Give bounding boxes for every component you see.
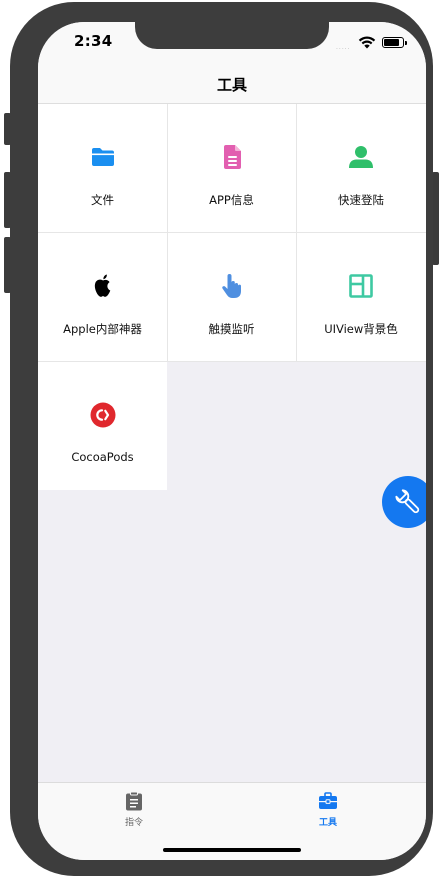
folder-icon: [91, 148, 114, 166]
tool-label: 文件: [91, 193, 114, 207]
tab-tools[interactable]: 工具: [288, 791, 368, 828]
document-icon: [223, 145, 241, 169]
battery-icon: [382, 37, 407, 48]
tool-label: UIView背景色: [324, 322, 398, 336]
layout-panel-icon: [349, 274, 373, 298]
grid-divider: [38, 232, 426, 233]
grid-divider: [296, 104, 297, 362]
tool-item-cocoapods[interactable]: CocoaPods: [38, 362, 167, 490]
tool-item-quick-login[interactable]: 快速登陆: [296, 104, 426, 232]
phone-frame: 2:34 ..... 工具 文件 APP信息 快速登陆 Apple内部神器 触摸…: [10, 2, 433, 876]
cocoapods-icon: [90, 402, 115, 428]
screen: 2:34 ..... 工具 文件 APP信息 快速登陆 Apple内部神器 触摸…: [38, 22, 426, 860]
tool-label: CocoaPods: [71, 450, 134, 464]
page-title: 工具: [216, 76, 247, 94]
wrench-icon: [395, 489, 420, 514]
status-time: 2:34: [74, 32, 113, 50]
tool-item-touch-monitor[interactable]: 触摸监听: [167, 233, 296, 361]
tool-label: 触摸监听: [208, 322, 255, 336]
home-indicator[interactable]: [163, 848, 301, 852]
apple-icon: [94, 274, 110, 297]
pointing-hand-icon: [221, 274, 241, 298]
tool-item-apple-internal[interactable]: Apple内部神器: [38, 233, 167, 361]
navigation-bar: 工具: [38, 62, 426, 104]
grid-divider: [38, 361, 426, 362]
wifi-icon: [358, 36, 376, 49]
notch: [135, 22, 329, 49]
tool-item-app-info[interactable]: APP信息: [167, 104, 296, 232]
tab-commands[interactable]: 指令: [94, 791, 174, 828]
toolbox-icon: [319, 792, 337, 809]
user-icon: [349, 146, 373, 168]
floating-tool-button[interactable]: [382, 476, 426, 528]
grid-divider: [167, 104, 168, 362]
tab-label: 指令: [124, 818, 143, 828]
tool-item-files[interactable]: 文件: [38, 104, 167, 232]
power-button: [432, 172, 439, 265]
tool-label: Apple内部神器: [63, 322, 142, 336]
clipboard-icon: [126, 791, 142, 811]
tool-label: 快速登陆: [338, 193, 384, 207]
tool-label: APP信息: [209, 193, 254, 207]
signal-icon: .....: [336, 44, 351, 51]
tool-item-uiview-background[interactable]: UIView背景色: [296, 233, 426, 361]
tab-label: 工具: [318, 818, 337, 828]
